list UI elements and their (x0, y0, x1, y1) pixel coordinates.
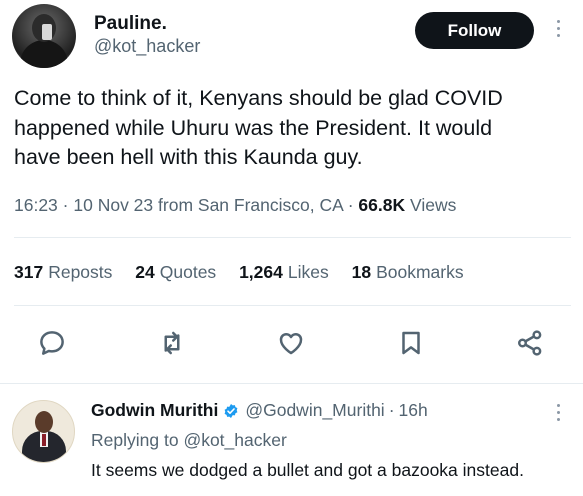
repost-icon[interactable] (154, 325, 190, 361)
meta-separator: · (347, 195, 359, 215)
share-icon[interactable] (512, 325, 548, 361)
replying-prefix: Replying to (91, 430, 179, 450)
meta-separator: · (62, 195, 74, 215)
views-count: 66.8K (358, 195, 406, 215)
follow-button[interactable]: Follow (415, 12, 534, 49)
avatar[interactable] (12, 400, 75, 463)
more-options-icon[interactable] (555, 404, 561, 426)
avatar-body-shape (20, 40, 68, 68)
reply-handle[interactable]: @Godwin_Murithi (245, 400, 384, 421)
replying-to-handle[interactable]: @kot_hacker (183, 430, 286, 450)
stat-label: Bookmarks (376, 262, 464, 282)
tweet-source: from San Francisco, CA (158, 195, 343, 215)
verified-badge-icon (224, 403, 238, 418)
engagement-stats: 317 Reposts 24 Quotes 1,264 Likes 18 Bookmar… (14, 262, 482, 283)
stat-count: 1,264 (239, 262, 283, 282)
action-bar (0, 325, 583, 365)
avatar-head-shape (35, 411, 53, 433)
reply-text: It seems we dodged a bullet and got a ba… (91, 460, 524, 480)
like-icon[interactable] (273, 325, 309, 361)
stat-count: 317 (14, 262, 44, 282)
divider (14, 305, 571, 306)
avatar-phone-shape (42, 24, 52, 40)
reply-header: Godwin Murithi @Godwin_Murithi · 16h (91, 400, 428, 421)
tweet-meta: 16:23 · 10 Nov 23 from San Francisco, CA… (14, 195, 456, 216)
replying-to: Replying to @kot_hacker (91, 430, 287, 451)
user-handle[interactable]: @kot_hacker (94, 36, 200, 57)
reply-time[interactable]: 16h (399, 400, 428, 421)
meta-separator: · (388, 400, 395, 420)
reply-tweet[interactable]: Godwin Murithi @Godwin_Murithi · 16h Rep… (0, 384, 583, 496)
stat-likes[interactable]: 1,264 Likes (239, 262, 329, 283)
views-label: Views (409, 195, 457, 215)
stat-count: 24 (135, 262, 155, 282)
reply-display-name[interactable]: Godwin Murithi (91, 400, 218, 421)
stat-count: 18 (351, 262, 372, 282)
avatar-tie-shape (42, 434, 46, 446)
divider (14, 237, 571, 238)
stat-label: Reposts (48, 262, 113, 282)
tweet-date[interactable]: 10 Nov 23 (73, 195, 153, 215)
bookmark-icon[interactable] (393, 325, 429, 361)
stat-label: Likes (287, 262, 329, 282)
stat-label: Quotes (159, 262, 217, 282)
stat-quotes[interactable]: 24 Quotes (135, 262, 216, 283)
stat-reposts[interactable]: 317 Reposts (14, 262, 112, 283)
avatar[interactable] (12, 4, 76, 68)
tweet-text: Come to think of it, Kenyans should be g… (14, 86, 503, 169)
stat-bookmarks[interactable]: 18 Bookmarks (352, 262, 464, 283)
tweet-time[interactable]: 16:23 (14, 195, 58, 215)
display-name[interactable]: Pauline. (94, 13, 167, 35)
reply-icon[interactable] (34, 325, 70, 361)
main-tweet: Pauline. @kot_hacker Follow Come to thin… (0, 0, 583, 383)
more-options-icon[interactable] (555, 20, 561, 42)
